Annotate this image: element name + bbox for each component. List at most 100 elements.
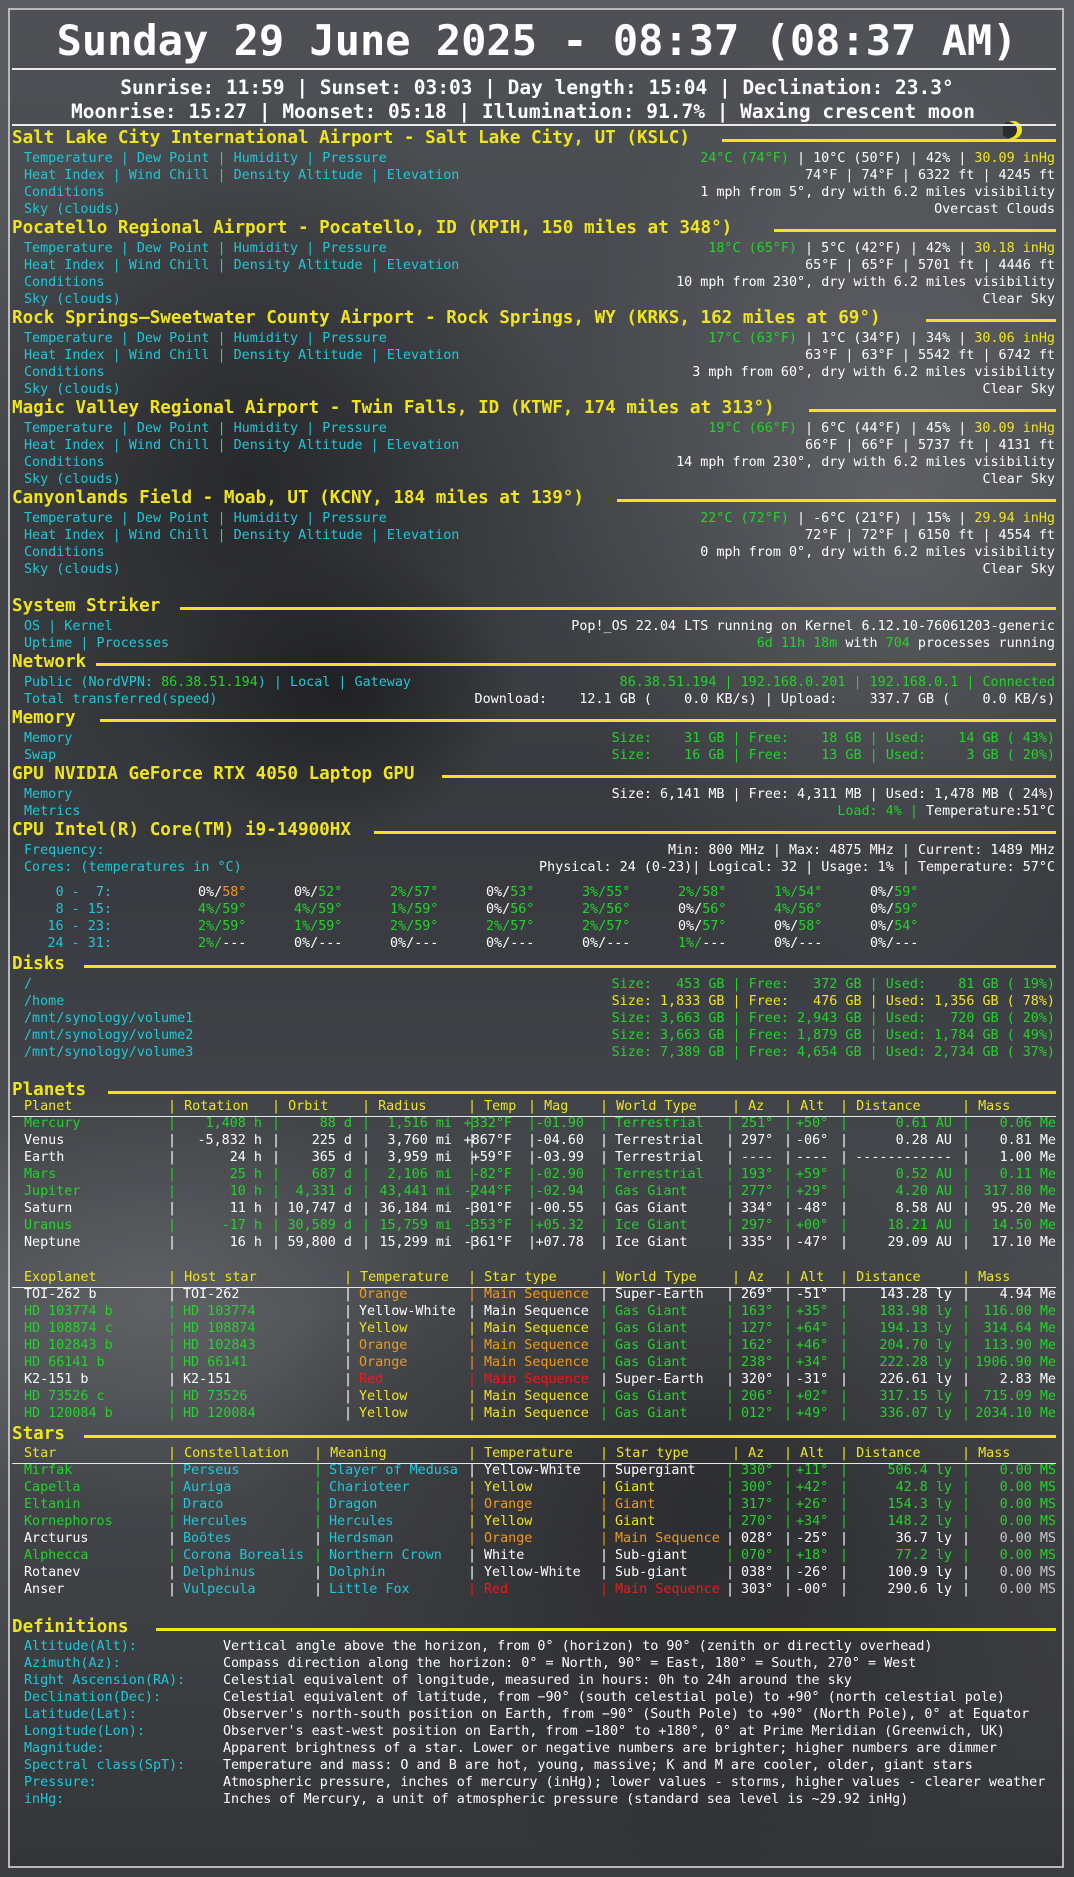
star-type: Main Sequence — [615, 1582, 720, 1597]
definition-text: Apparent brightness of a star. Lower or … — [223, 1741, 997, 1756]
star-distance: 42.8 ly — [895, 1480, 952, 1495]
station-row2: 66°F | 66°F | 5737 ft | 4131 ft — [805, 438, 1055, 453]
exoplanet-name: HD 102843 b — [24, 1338, 113, 1353]
core-temp: --- — [414, 936, 439, 951]
star-name: Mirfak — [24, 1463, 73, 1478]
planet-azimuth: ---- — [741, 1150, 774, 1165]
swap-value: Size: 16 GB | Free: 13 GB | Used: 3 GB (… — [611, 748, 1055, 763]
station-conditions: 0 mph from 0°, dry with 6.2 miles visibi… — [700, 545, 1055, 560]
column-separator: | — [468, 1389, 477, 1404]
column-separator: | — [600, 1338, 609, 1353]
planet-azimuth: 193° — [741, 1167, 774, 1182]
column-separator: | — [726, 1582, 735, 1597]
planet-mass: 14.50 Me — [991, 1218, 1057, 1233]
station-label: Heat Index | Wind Chill | Density Altitu… — [24, 438, 460, 453]
disk-usage: Size: 1,833 GB | Free: 476 GB | Used: 1,… — [611, 994, 1055, 1009]
planet-name: Earth — [24, 1150, 65, 1165]
column-separator: | — [784, 1201, 793, 1216]
planet-name: Jupiter — [24, 1184, 81, 1199]
core-usage: 2%/ — [486, 919, 511, 934]
exoplanet-mass: 1906.90 Me — [975, 1355, 1056, 1370]
station-row2: 72°F | 72°F | 6150 ft | 4554 ft — [805, 528, 1055, 543]
planet-magnitude: -02.90 — [535, 1167, 584, 1182]
station-row1: 18°C (65°F) | 5°C (42°F) | 42% | 30.18 i… — [708, 240, 1055, 257]
core-usage: 2%/ — [390, 919, 415, 934]
column-separator: | — [600, 1201, 609, 1216]
core-usage-temp: 0%/--- — [774, 935, 822, 952]
star-constellation: Draco — [183, 1497, 224, 1512]
dew-humidity-value: | 6°C (44°F) | 45% | — [797, 421, 975, 436]
network-addresses: 86.38.51.194 | 192.168.0.201 | 192.168.0… — [619, 675, 1055, 690]
core-temp: 57° — [414, 885, 439, 900]
core-temp: --- — [606, 936, 631, 951]
column-separator: | — [468, 1497, 477, 1512]
column-separator: | — [168, 1321, 177, 1336]
star-name: Arcturus — [24, 1531, 89, 1546]
frequency-label: Frequency: — [24, 843, 105, 858]
disk-mount: /mnt/synology/volume1 — [24, 1011, 194, 1026]
core-temp: 59° — [414, 919, 439, 934]
core-temp: 56° — [510, 902, 535, 917]
core-usage-temp: 0%/--- — [294, 935, 342, 952]
star-mass: 0.00 MS — [999, 1582, 1056, 1597]
exoplanet-world-type: Gas Giant — [615, 1389, 688, 1404]
disk-usage: Size: 453 GB | Free: 372 GB | Used: 81 G… — [611, 977, 1055, 992]
column-separator: | — [784, 1582, 793, 1597]
core-usage-temp: 0%/59° — [870, 884, 918, 901]
planet-name: Mars — [24, 1167, 57, 1182]
planet-orbit: 59,800 d — [287, 1235, 353, 1250]
star-type: Supergiant — [615, 1463, 696, 1478]
exoplanet-altitude: +64° — [796, 1321, 829, 1336]
title-divider — [12, 68, 1056, 70]
temperature-value: 24°C (74°F) — [700, 151, 789, 166]
gpu-memory-label: Memory — [24, 787, 73, 802]
station-title: Salt Lake City International Airport - S… — [12, 128, 690, 148]
planet-column-header: | Rotation — [168, 1099, 249, 1114]
disks-title-rule — [84, 965, 1056, 968]
exoplanet-world-type: Gas Giant — [615, 1406, 688, 1421]
column-separator: | — [600, 1218, 609, 1233]
star-constellation: Auriga — [183, 1480, 232, 1495]
core-temp: --- — [894, 936, 919, 951]
column-separator: | — [314, 1480, 323, 1495]
definition-term: Declination(Dec): — [24, 1690, 162, 1705]
star-mass: 0.00 MS — [999, 1565, 1056, 1580]
date-time-title: Sunday 29 June 2025 - 08:37 (08:37 AM) — [56, 16, 1018, 65]
column-separator: | — [168, 1372, 177, 1387]
column-separator: | — [600, 1406, 609, 1421]
station-title: Pocatello Regional Airport - Pocatello, … — [12, 218, 733, 238]
core-usage-temp: 2%/59° — [390, 918, 438, 935]
station-title-rule — [774, 229, 1056, 232]
star-altitude: +42° — [796, 1480, 829, 1495]
core-temp: --- — [702, 936, 727, 951]
column-separator: | — [784, 1548, 793, 1563]
star-altitude: -25° — [796, 1531, 829, 1546]
star-altitude: +34° — [796, 1514, 829, 1529]
exoplanet-host: HD 120084 — [183, 1406, 256, 1421]
core-usage: 0%/ — [870, 919, 895, 934]
planet-altitude: ---- — [796, 1150, 829, 1165]
header-divider — [12, 124, 1056, 126]
pressure-value: 30.09 inHg — [974, 151, 1055, 166]
station-label: Temperature | Dew Point | Humidity | Pre… — [24, 331, 387, 346]
planet-mass: 17.10 Me — [991, 1235, 1057, 1250]
planet-name: Neptune — [24, 1235, 81, 1250]
column-separator: | — [726, 1338, 735, 1353]
memory-title: Memory — [12, 708, 76, 728]
station-row1: 22°C (72°F) | -6°C (21°F) | 15% | 29.94 … — [700, 510, 1055, 527]
station-label: Conditions — [24, 275, 105, 290]
core-temp: 59° — [414, 902, 439, 917]
column-separator: | — [168, 1480, 177, 1495]
core-temp: 56° — [798, 902, 823, 917]
exoplanet-column-header: | Az — [732, 1270, 765, 1285]
definition-text: Inches of Mercury, a unit of atmospheric… — [223, 1792, 909, 1807]
planet-world-type: Terrestrial — [615, 1167, 704, 1182]
core-usage: 2%/ — [678, 885, 703, 900]
station-label: Conditions — [24, 185, 105, 200]
column-separator: | — [726, 1133, 735, 1148]
star-constellation: Hercules — [183, 1514, 248, 1529]
core-usage-temp: 4%/56° — [774, 901, 822, 918]
column-separator: | — [726, 1531, 735, 1546]
definition-term: Latitude(Lat): — [24, 1707, 137, 1722]
definition-text: Observer's north-south position on Earth… — [223, 1707, 1030, 1722]
